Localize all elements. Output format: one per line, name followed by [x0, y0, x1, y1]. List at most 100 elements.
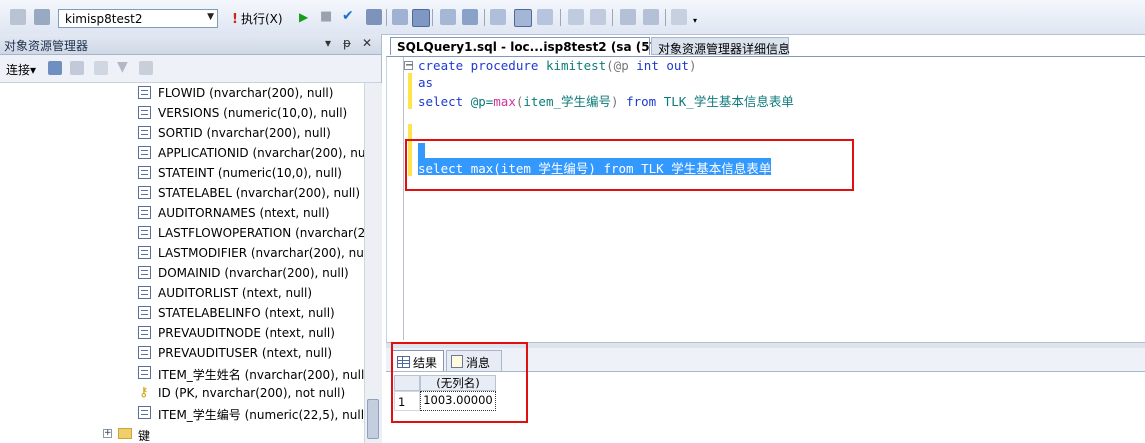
- code-token: @p=: [470, 94, 494, 109]
- pin-icon[interactable]: ᵽ: [343, 36, 351, 50]
- toolbar-overflow-icon[interactable]: ▾: [693, 16, 697, 25]
- close-icon[interactable]: ✕: [362, 36, 372, 50]
- display-plan-icon[interactable]: [366, 9, 382, 25]
- client-stats-icon[interactable]: [462, 9, 478, 25]
- results-file-icon[interactable]: [537, 9, 553, 25]
- code-token: item_学生编号: [523, 94, 612, 109]
- column-icon: [138, 126, 151, 139]
- key-icon: ⚷: [139, 385, 149, 400]
- filter-icon[interactable]: ▼: [117, 59, 128, 75]
- tree-item-column[interactable]: STATEINT (numeric(10,0), null): [0, 163, 364, 183]
- tree-item-keys-folder[interactable]: + 键: [0, 424, 364, 443]
- toolbar-separator: [560, 9, 561, 26]
- tree-item-column[interactable]: FLOWID (nvarchar(200), null): [0, 83, 364, 103]
- folder-icon: [118, 428, 132, 439]
- connect-icon[interactable]: [48, 61, 62, 75]
- tree-item-column[interactable]: AUDITORNAMES (ntext, null): [0, 203, 364, 223]
- window-position-icon[interactable]: ▾: [325, 36, 331, 50]
- tree-item-column[interactable]: ITEM_学生姓名 (nvarchar(200), null): [0, 363, 364, 383]
- database-select-value: kimisp8test2: [65, 12, 143, 26]
- document-tabs: SQLQuery1.sql - loc...isp8test2 (sa (57)…: [386, 36, 1145, 56]
- object-explorer-pane: 对象资源管理器 ▾ ᵽ ✕ 连接▾ ▼ FLOWID (nvarchar(200…: [0, 34, 382, 443]
- expand-icon[interactable]: +: [103, 429, 112, 438]
- tree-scrollbar-thumb[interactable]: [367, 399, 379, 439]
- results-grid-icon[interactable]: [514, 9, 532, 27]
- annotation-box-results: [391, 342, 528, 423]
- code-token: as: [418, 75, 434, 90]
- column-icon: [138, 226, 151, 239]
- stop-icon[interactable]: [94, 61, 108, 75]
- include-plan-icon[interactable]: [440, 9, 456, 25]
- tree-item-column[interactable]: PREVAUDITUSER (ntext, null): [0, 343, 364, 363]
- tab-sqlquery1[interactable]: SQLQuery1.sql - loc...isp8test2 (sa (57)…: [390, 37, 675, 55]
- toolbar-separator: [386, 9, 387, 26]
- object-explorer-toolbar: 连接▾ ▼: [0, 55, 381, 83]
- tree-item-column[interactable]: STATELABEL (nvarchar(200), null): [0, 183, 364, 203]
- column-icon: [138, 146, 151, 159]
- code-token: create procedure: [418, 58, 546, 73]
- parse-check-icon[interactable]: ✔: [342, 8, 354, 24]
- tree-item-column[interactable]: ITEM_学生编号 (numeric(22,5), null): [0, 403, 364, 423]
- uncomment-icon[interactable]: [590, 9, 606, 25]
- column-icon: [138, 306, 151, 319]
- change-connection-icon[interactable]: [34, 9, 50, 25]
- tree-item-column[interactable]: VERSIONS (numeric(10,0), null): [0, 103, 364, 123]
- tree-scrollbar[interactable]: [364, 83, 382, 443]
- query-designer-icon[interactable]: [392, 9, 408, 25]
- debug-play-icon[interactable]: ▶: [299, 10, 308, 24]
- tree-item-label: VERSIONS (numeric(10,0), null): [158, 106, 348, 120]
- tree-item-label: PREVAUDITUSER (ntext, null): [158, 346, 332, 360]
- tree-item-label: AUDITORLIST (ntext, null): [158, 286, 313, 300]
- column-icon: [138, 286, 151, 299]
- execute-button[interactable]: ! 执行(X): [232, 10, 283, 28]
- column-icon: [138, 266, 151, 279]
- column-icon: [138, 346, 151, 359]
- column-icon: [138, 206, 151, 219]
- code-token: kimitest: [545, 58, 607, 73]
- tree-item-column[interactable]: PREVAUDITNODE (ntext, null): [0, 323, 364, 343]
- results-to-text-icon[interactable]: [490, 9, 506, 25]
- refresh-icon[interactable]: [139, 61, 153, 75]
- tree-item-label: LASTMODIFIER (nvarchar(200), null: [158, 246, 364, 260]
- execute-label: 执行(X): [240, 12, 283, 26]
- tree-item-column[interactable]: LASTFLOWOPERATION (nvarchar(2: [0, 223, 364, 243]
- tree-item-label: ITEM_学生编号 (numeric(22,5), null): [158, 408, 364, 422]
- tree-item-label: AUDITORNAMES (ntext, null): [158, 206, 330, 220]
- tree-item-column[interactable]: APPLICATIONID (nvarchar(200), nul: [0, 143, 364, 163]
- disconnect-icon[interactable]: [70, 61, 84, 75]
- code-token: ): [688, 58, 697, 73]
- specify-values-icon[interactable]: [671, 9, 687, 25]
- tree-item-column[interactable]: AUDITORLIST (ntext, null): [0, 283, 364, 303]
- decrease-indent-icon[interactable]: [620, 9, 636, 25]
- tree-item-column[interactable]: STATELABELINFO (ntext, null): [0, 303, 364, 323]
- results-to-grid-icon[interactable]: [412, 9, 430, 27]
- code-line-2: as: [418, 75, 433, 90]
- tree-item-label: DOMAINID (nvarchar(200), null): [158, 266, 349, 280]
- column-icon: [138, 246, 151, 259]
- increase-indent-icon[interactable]: [643, 9, 659, 25]
- change-marker: [408, 73, 412, 109]
- column-icon: [138, 166, 151, 179]
- connect-button[interactable]: 连接▾: [6, 61, 36, 78]
- tree-item-column[interactable]: LASTMODIFIER (nvarchar(200), null: [0, 243, 364, 263]
- tree-item-column[interactable]: DOMAINID (nvarchar(200), null): [0, 263, 364, 283]
- database-select[interactable]: kimisp8test2 ▼: [58, 9, 218, 28]
- tree-item-label: PREVAUDITNODE (ntext, null): [158, 326, 335, 340]
- toolbar-separator: [484, 9, 485, 26]
- cancel-stop-icon[interactable]: ■: [320, 9, 332, 24]
- comment-out-icon[interactable]: [568, 9, 584, 25]
- column-icon: [138, 366, 151, 379]
- editor-gutter-line: [403, 57, 404, 340]
- query-options-icon[interactable]: [10, 9, 26, 25]
- column-icon: [138, 106, 151, 119]
- tree-item-column[interactable]: SORTID (nvarchar(200), null): [0, 123, 364, 143]
- column-icon: [138, 406, 151, 419]
- toolbar-separator: [432, 9, 433, 26]
- object-explorer-titlebar: 对象资源管理器 ▾ ᵽ ✕: [0, 34, 381, 55]
- tab-object-explorer-details[interactable]: 对象资源管理器详细信息: [651, 37, 790, 56]
- tree-item-column[interactable]: ⚷ ID (PK, nvarchar(200), not null): [0, 383, 364, 403]
- chevron-down-icon: ▼: [207, 12, 214, 22]
- collapse-icon[interactable]: −: [404, 61, 413, 71]
- code-token: max: [493, 94, 516, 109]
- tree-item-label: ITEM_学生姓名 (nvarchar(200), null): [158, 368, 364, 382]
